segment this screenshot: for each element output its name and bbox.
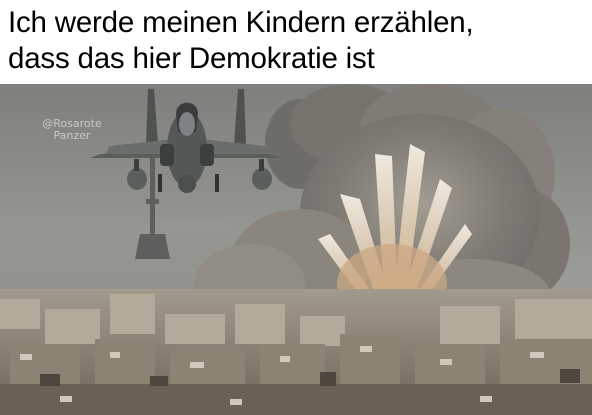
watermark: @Rosarote Panzer — [36, 118, 108, 142]
caption: Ich werde meinen Kindern erzählen, dass … — [0, 0, 592, 84]
caption-line-2: dass das hier Demokratie ist — [8, 42, 375, 75]
meme-image: Ich werde meinen Kindern erzählen, dass … — [0, 0, 592, 415]
watermark-line-2: Panzer — [53, 129, 91, 142]
caption-line-1: Ich werde meinen Kindern erzählen, — [8, 6, 474, 39]
city — [0, 289, 592, 415]
